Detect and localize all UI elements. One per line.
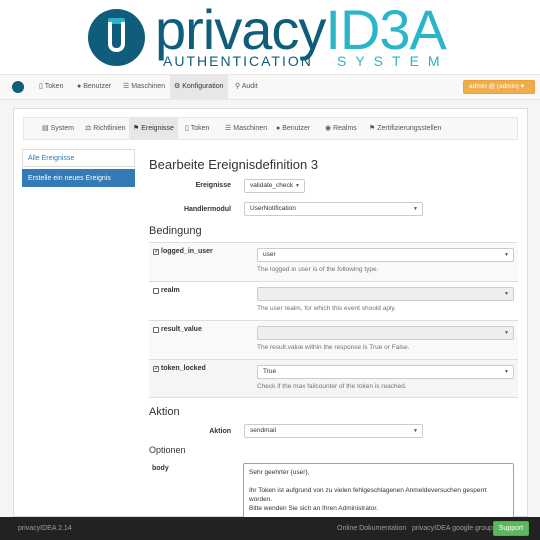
- action-select[interactable]: sendmail ▼: [244, 424, 423, 438]
- logo-header: privacyID3A AUTHENTICATION SYSTEM: [0, 0, 540, 74]
- result-value-select[interactable]: ▼: [257, 326, 514, 340]
- footer: privacyIDEA 2.14 Online Dokumentation pr…: [0, 517, 540, 540]
- mobile-icon: ▯: [39, 83, 43, 90]
- realm-checkbox[interactable]: [153, 288, 159, 294]
- page-title: Bearbeite Ereignisdefinition 3: [149, 157, 319, 172]
- sidebar-item-all-events[interactable]: Alle Ereignisse: [22, 149, 135, 167]
- top-navbar: ▯ Token ● Benutzer ☰ Maschinen ⚙ Konfigu…: [0, 74, 540, 100]
- subnav-item-benutzer[interactable]: ● Benutzer: [272, 118, 314, 139]
- brand-name-part1: privacy: [155, 0, 326, 61]
- token-locked-checkbox[interactable]: ✓: [153, 366, 159, 372]
- mobile-icon: ▯: [185, 125, 189, 132]
- caret-down-icon: ▼: [413, 428, 418, 434]
- subnav-item-richtlinien[interactable]: ⚖ Richtlinien: [81, 118, 130, 139]
- brand-sub-part2: SYSTEM: [337, 53, 449, 69]
- handler-label: Handlermodul: [183, 206, 231, 213]
- events-select[interactable]: validate_check ▼: [244, 179, 305, 193]
- body-label: body: [152, 465, 169, 472]
- list-icon: ☰: [225, 125, 232, 132]
- action-label: Aktion: [209, 428, 231, 435]
- support-button[interactable]: Support: [493, 521, 529, 536]
- condition-help: The logged in user is of the following t…: [257, 266, 379, 273]
- nav-item-maschinen[interactable]: ☰ Maschinen: [119, 75, 169, 99]
- events-sidebar: Alle Ereignisse Erstelle ein neues Ereig…: [22, 149, 135, 187]
- subnav-item-ereignisse[interactable]: ⚑ Ereignisse: [129, 118, 178, 139]
- subnav-item-token[interactable]: ▯ Token: [181, 118, 213, 139]
- subnav-item-maschinen[interactable]: ☰ Maschinen: [221, 118, 271, 139]
- condition-help: Check if the max failcounter of the toke…: [257, 383, 407, 390]
- caret-down-icon: ▼: [504, 330, 509, 336]
- options-heading: Optionen: [149, 445, 186, 455]
- condition-name: result_value: [161, 326, 202, 333]
- policy-icon: ⚖: [85, 125, 92, 132]
- brand-sub-part1: AUTHENTICATION: [163, 53, 313, 69]
- condition-name: logged_in_user: [161, 248, 213, 255]
- config-subnav: ▤ System ⚖ Richtlinien ⚑ Ereignisse ▯ To…: [23, 117, 518, 140]
- footer-docs-link[interactable]: Online Dokumentation: [337, 517, 406, 540]
- subnav-item-realms[interactable]: ◉ Realms: [321, 118, 361, 139]
- condition-row-result-value: result_value ▼ The result.value within t…: [149, 320, 518, 359]
- condition-row-realm: realm ▼ The user realm, for which this e…: [149, 281, 518, 320]
- result-value-checkbox[interactable]: [153, 327, 159, 333]
- caret-down-icon: ▼: [413, 206, 418, 212]
- brand-wordmark: privacyID3A: [155, 0, 447, 61]
- caret-down-icon: ▼: [504, 252, 509, 258]
- flag-icon: ⚑: [133, 125, 140, 132]
- condition-help: The user realm, for which this event sho…: [257, 305, 396, 312]
- bookmark-icon: ⚑: [369, 125, 376, 132]
- body-textarea[interactable]: Sehr geehrter {user}, Ihr Token ist aufg…: [243, 463, 514, 523]
- subnav-item-system[interactable]: ▤ System: [38, 118, 78, 139]
- condition-name: token_locked: [161, 365, 206, 372]
- footer-group-link[interactable]: privacyIDEA google group: [412, 517, 493, 540]
- condition-row-token-locked: ✓ token_locked True ▼ Check if the max fa…: [149, 359, 518, 398]
- caret-down-icon: ▾: [520, 83, 525, 90]
- system-icon: ▤: [42, 125, 49, 132]
- list-icon: ☰: [123, 83, 130, 90]
- logged-in-user-checkbox[interactable]: ✓: [153, 249, 159, 255]
- handler-select[interactable]: UserNotification ▼: [244, 202, 423, 216]
- admin-menu-button[interactable]: admin @ (admin) ▾: [463, 80, 535, 94]
- brand-name-part2: ID3A: [325, 0, 446, 61]
- caret-down-icon: ▼: [295, 183, 300, 189]
- gear-icon: ⚙: [174, 83, 181, 90]
- user-icon: ●: [276, 125, 281, 132]
- subnav-item-zertifizierungsstellen[interactable]: ⚑ Zertifizierungsstellen: [365, 118, 445, 139]
- realm-select[interactable]: ▼: [257, 287, 514, 301]
- privacyidea-logo-icon: [88, 9, 145, 66]
- condition-help: The result.value within the response is …: [257, 344, 410, 351]
- token-locked-select[interactable]: True ▼: [257, 365, 514, 379]
- logged-in-user-select[interactable]: user ▼: [257, 248, 514, 262]
- globe-icon: ◉: [325, 125, 332, 132]
- condition-heading: Bedingung: [149, 225, 202, 237]
- footer-version: privacyIDEA 2.14: [18, 525, 72, 532]
- caret-down-icon: ▼: [504, 291, 509, 297]
- nav-item-benutzer[interactable]: ● Benutzer: [73, 75, 115, 99]
- caret-down-icon: ▼: [504, 369, 509, 375]
- nav-item-token[interactable]: ▯ Token: [35, 75, 67, 99]
- condition-row-logged-in-user: ✓ logged_in_user user ▼ The logged in use…: [149, 242, 518, 281]
- search-icon: ⚲: [235, 83, 241, 90]
- user-icon: ●: [77, 83, 82, 90]
- nav-item-audit[interactable]: ⚲ Audit: [231, 75, 262, 99]
- nav-item-konfiguration[interactable]: ⚙ Konfiguration: [170, 75, 228, 99]
- sidebar-item-create-event[interactable]: Erstelle ein neues Ereignis: [22, 169, 135, 187]
- navbar-logo-icon[interactable]: [12, 81, 24, 93]
- events-label: Ereignisse: [195, 182, 231, 189]
- action-heading: Aktion: [149, 406, 180, 418]
- condition-name: realm: [161, 287, 180, 294]
